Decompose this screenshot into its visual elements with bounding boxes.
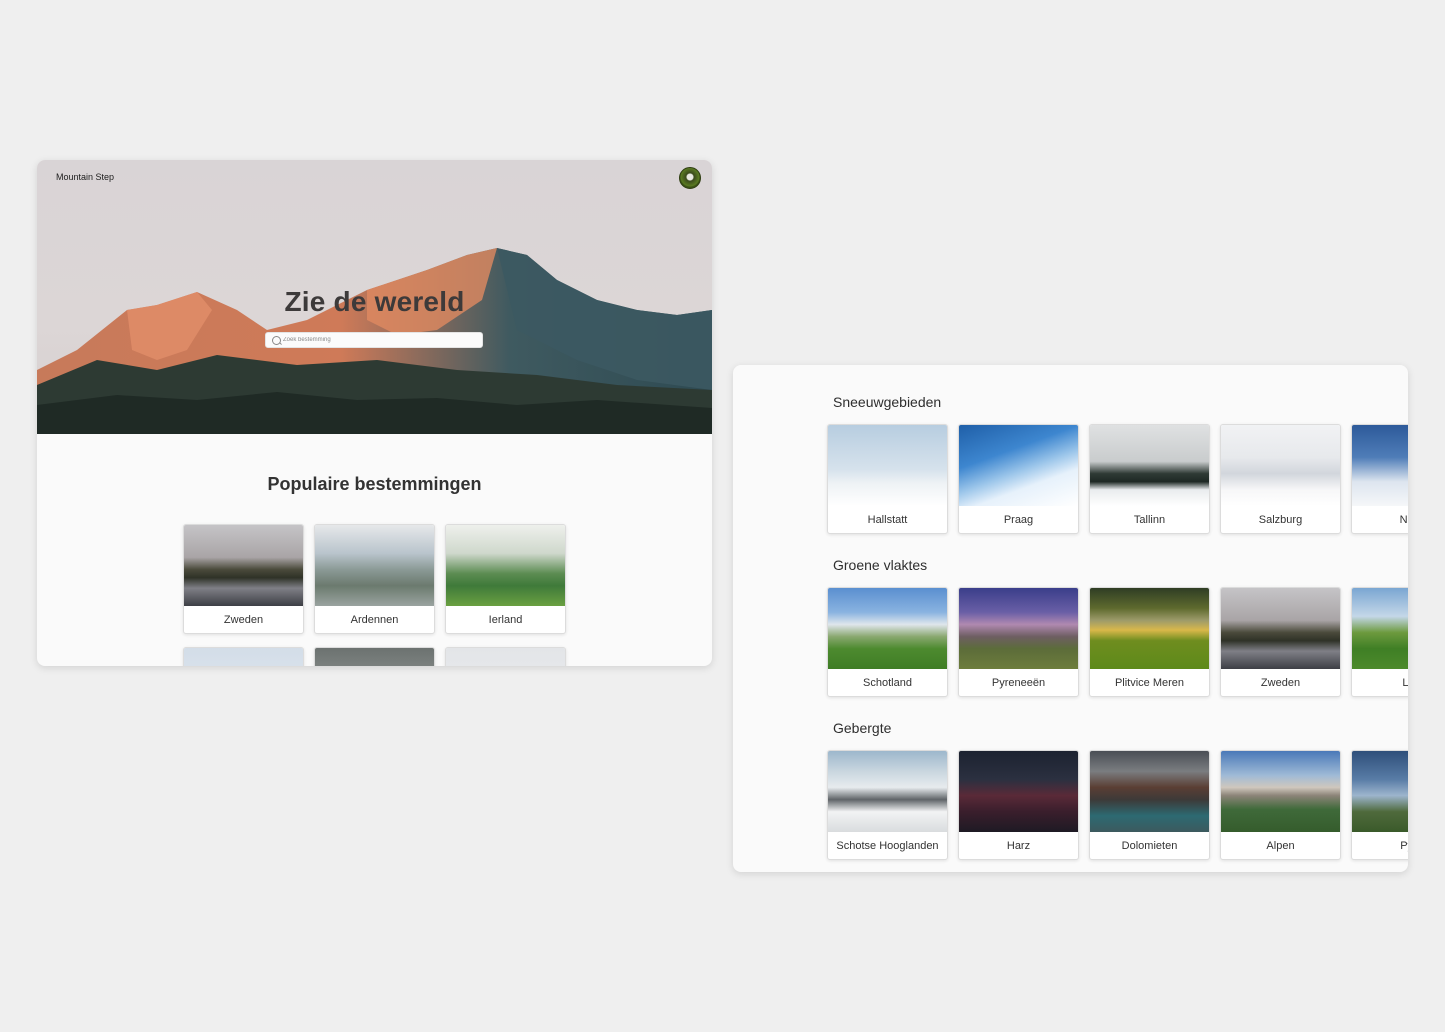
- section-title-groene-vlaktes: Groene vlaktes: [833, 557, 928, 573]
- destination-card[interactable]: Salzburg: [1220, 424, 1341, 534]
- destination-card-ierland[interactable]: Ierland: [445, 524, 566, 634]
- card-label: Ardennen: [350, 614, 399, 626]
- brand-logo[interactable]: Mountain Step: [56, 172, 114, 182]
- card-label: Harz: [1006, 840, 1031, 852]
- card-image: [1352, 588, 1408, 669]
- destination-card[interactable]: Plitvice Meren: [1089, 587, 1210, 697]
- card-label: Pyreneeën: [991, 677, 1046, 689]
- card-image: [1221, 751, 1340, 832]
- destination-card[interactable]: [314, 647, 435, 666]
- card-label: Nure: [1399, 514, 1408, 526]
- destination-card[interactable]: Pyreneeën: [958, 587, 1079, 697]
- card-image: [828, 751, 947, 832]
- card-image: [1090, 588, 1209, 669]
- card-label: Schotse Hooglanden: [836, 840, 939, 852]
- card-image: [446, 525, 565, 606]
- search-input[interactable]: [283, 334, 473, 346]
- section-title-sneeuwgebieden: Sneeuwgebieden: [833, 394, 942, 410]
- popular-title: Populaire bestemmingen: [267, 474, 482, 494]
- card-label: Alpen: [1266, 840, 1295, 852]
- card-image: [828, 425, 947, 506]
- card-label: Pyre: [1400, 840, 1408, 852]
- destination-card-zweden[interactable]: Zweden: [183, 524, 304, 634]
- card-image: [959, 425, 1078, 506]
- card-label: Tallinn: [1133, 514, 1166, 526]
- destination-card[interactable]: [183, 647, 304, 666]
- home-window: Mountain Step Zie de wereld Populaire be…: [37, 160, 712, 666]
- card-image: [446, 648, 565, 666]
- search-icon: [272, 336, 281, 345]
- destination-card[interactable]: Dolomieten: [1089, 750, 1210, 860]
- card-image: [184, 525, 303, 606]
- card-image: [1221, 588, 1340, 669]
- card-image: [1090, 425, 1209, 506]
- destination-card[interactable]: Tallinn: [1089, 424, 1210, 534]
- card-label: Salzburg: [1258, 514, 1303, 526]
- destination-card[interactable]: Praag: [958, 424, 1079, 534]
- destination-card[interactable]: Zweden: [1220, 587, 1341, 697]
- card-label: Praag: [1003, 514, 1034, 526]
- destination-card-ardennen[interactable]: Ardennen: [314, 524, 435, 634]
- section-title-gebergte: Gebergte: [833, 720, 892, 736]
- destination-card[interactable]: Pyre: [1351, 750, 1408, 860]
- card-image: [315, 648, 434, 666]
- card-image: [959, 588, 1078, 669]
- avatar[interactable]: [679, 167, 701, 189]
- card-image: [184, 648, 303, 666]
- categories-window: Sneeuwgebieden Hallstatt Praag Tallinn S…: [733, 365, 1408, 872]
- search-bar[interactable]: [265, 332, 483, 348]
- card-image: [1090, 751, 1209, 832]
- card-image: [1352, 751, 1408, 832]
- card-label: Plitvice Meren: [1114, 677, 1185, 689]
- hero-title: Zie de wereld: [284, 286, 465, 317]
- card-label: Dolomieten: [1121, 840, 1178, 852]
- card-image: [959, 751, 1078, 832]
- destination-card[interactable]: Alpen: [1220, 750, 1341, 860]
- hero-banner: Mountain Step Zie de wereld: [37, 160, 712, 434]
- card-label: Schotland: [863, 677, 912, 689]
- destination-card[interactable]: Hallstatt: [827, 424, 948, 534]
- card-label: Zweden: [223, 614, 264, 626]
- destination-card[interactable]: Nure: [1351, 424, 1408, 534]
- destination-card[interactable]: Schotland: [827, 587, 948, 697]
- destination-card[interactable]: Harz: [958, 750, 1079, 860]
- destination-card[interactable]: [445, 647, 566, 666]
- card-image: [1221, 425, 1340, 506]
- card-label: Ierland: [488, 614, 523, 626]
- card-label: Hallstatt: [867, 514, 908, 526]
- card-image: [1352, 425, 1408, 506]
- destination-card[interactable]: Lap: [1351, 587, 1408, 697]
- card-image: [828, 588, 947, 669]
- card-image: [315, 525, 434, 606]
- card-label: Lap: [1402, 677, 1408, 689]
- card-label: Zweden: [1260, 677, 1301, 689]
- destination-card[interactable]: Schotse Hooglanden: [827, 750, 948, 860]
